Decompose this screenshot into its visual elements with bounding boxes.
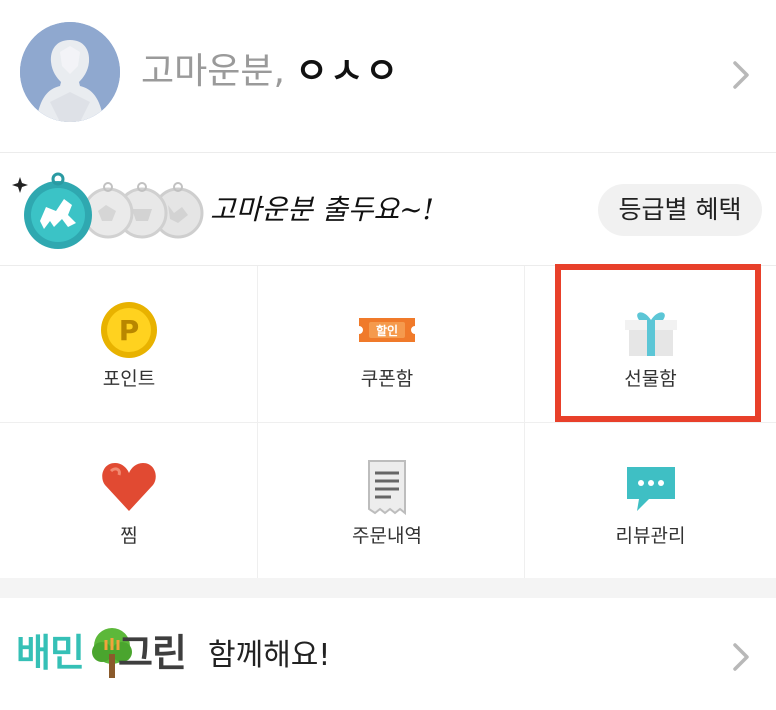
coupon-ticket-icon: 할인 <box>359 318 415 342</box>
logo-text-baemin: 배민 <box>16 631 85 675</box>
profile-name: 고마운분, ㅇㅅㅇ <box>141 50 400 94</box>
menu-item-orders[interactable]: 주문내역 <box>258 423 516 579</box>
chevron-right-icon[interactable] <box>730 60 752 90</box>
menu-item-label: 리뷰관리 <box>615 525 686 547</box>
point-coin-icon: P <box>101 302 157 358</box>
menu-item-reviews[interactable]: 리뷰관리 <box>525 423 776 579</box>
heart-icon <box>102 463 156 511</box>
avatar <box>20 22 120 122</box>
grade-message: 고마운분 출두요~! <box>210 193 434 226</box>
baemin-green-logo: 배민 그린 <box>16 624 196 684</box>
menu-item-coupons[interactable]: 할인 쿠폰함 <box>258 266 516 422</box>
chevron-right-icon[interactable] <box>730 642 752 672</box>
svg-text:P: P <box>119 314 140 347</box>
menu-item-label: 찜 <box>120 525 138 547</box>
baemin-green-banner[interactable]: 배민 그린 함께해요! <box>0 598 776 710</box>
greeting-text: 고마운분, <box>141 51 285 92</box>
speech-bubble-icon <box>626 467 675 511</box>
grade-medals-icon <box>12 172 204 249</box>
menu-item-favorites[interactable]: 찜 <box>0 423 258 579</box>
highlight-box <box>555 264 761 422</box>
svg-text:할인: 할인 <box>376 323 398 338</box>
menu-item-label: 주문내역 <box>352 525 422 547</box>
profile-row[interactable]: 고마운분, ㅇㅅㅇ <box>0 0 776 153</box>
section-separator <box>0 578 776 598</box>
menu-item-label: 쿠폰함 <box>360 368 414 390</box>
banner-text: 함께해요! <box>208 638 331 673</box>
logo-text-green: 그린 <box>118 631 187 675</box>
grade-benefits-button[interactable]: 등급별 혜택 <box>598 184 762 236</box>
menu-item-points[interactable]: P 포인트 <box>0 266 258 422</box>
nickname-text: ㅇㅅㅇ <box>294 51 401 92</box>
menu-item-label: 포인트 <box>102 368 156 390</box>
receipt-icon <box>368 460 406 516</box>
